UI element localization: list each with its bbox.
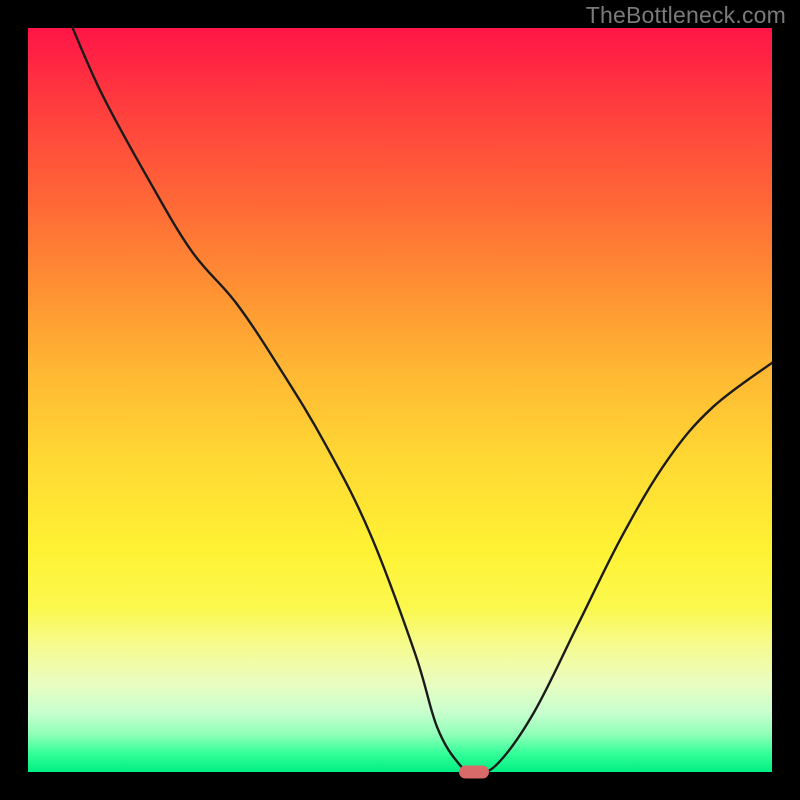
bottleneck-curve: [73, 28, 772, 772]
curve-svg: [28, 28, 772, 772]
plot-area: [28, 28, 772, 772]
optimal-marker: [459, 766, 489, 779]
watermark-text: TheBottleneck.com: [586, 2, 786, 29]
chart-frame: TheBottleneck.com: [0, 0, 800, 800]
